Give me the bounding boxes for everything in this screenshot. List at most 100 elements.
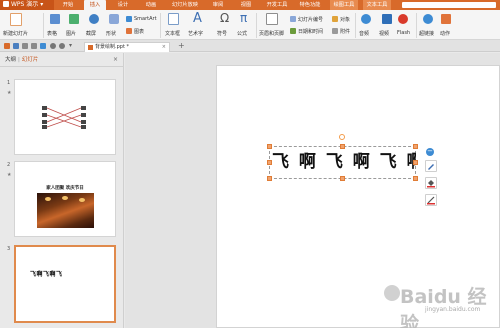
- symbol-button[interactable]: 符号: [217, 30, 227, 37]
- wps-logo-icon: [3, 1, 9, 7]
- shape-icon: [109, 14, 119, 24]
- slide-thumbnail-3[interactable]: 飞啊飞啊飞: [14, 245, 116, 323]
- tab-outline[interactable]: 大纲: [5, 57, 16, 63]
- paw-logo-icon: [384, 285, 400, 301]
- video-button[interactable]: 视频: [379, 30, 389, 37]
- document-tab-title: 背景绘制.ppt *: [95, 44, 129, 50]
- undo-icon[interactable]: [50, 43, 56, 49]
- video-icon: [382, 14, 392, 24]
- tab-insert[interactable]: 插入: [84, 0, 106, 10]
- tab-features[interactable]: 特色功能: [296, 0, 324, 10]
- tab-drawing-tools[interactable]: 绘图工具: [330, 0, 358, 10]
- close-icon[interactable]: ×: [162, 43, 166, 52]
- slide-3-text: 飞啊飞啊飞: [30, 271, 63, 278]
- smartart-button[interactable]: SmartArt: [134, 16, 157, 22]
- line-color-icon: [427, 196, 435, 205]
- flash-button[interactable]: Flash: [397, 30, 410, 36]
- textbox-button[interactable]: 文本框: [165, 30, 180, 37]
- chart-button[interactable]: 图表: [134, 28, 144, 35]
- tab-design[interactable]: 设计: [112, 0, 134, 10]
- tab-developer[interactable]: 开发工具: [263, 0, 291, 10]
- crossing-lines-graphic: [42, 106, 86, 129]
- fill-button[interactable]: [425, 177, 437, 189]
- ribbon-divider: [416, 13, 417, 38]
- format-shape-button[interactable]: [425, 160, 437, 172]
- search-input[interactable]: [402, 2, 496, 8]
- rotate-handle[interactable]: [339, 134, 345, 140]
- app-name: WPS 演示: [11, 1, 39, 8]
- print-icon[interactable]: [22, 43, 28, 49]
- edit-icon: [428, 164, 434, 170]
- slide-number-button[interactable]: 幻灯片编号: [298, 16, 323, 23]
- star-icon: ★: [7, 172, 12, 178]
- watermark-brand: Baidu 经验: [400, 286, 487, 328]
- panel-separator: |: [18, 57, 20, 63]
- slide-thumbnail-2[interactable]: 家人团聚 欢庆节日: [14, 161, 116, 237]
- new-slide-button[interactable]: 新建幻灯片: [3, 30, 28, 37]
- outline-button[interactable]: [425, 194, 437, 206]
- new-slide-icon: [10, 13, 22, 26]
- action-icon: [441, 14, 451, 24]
- tab-review[interactable]: 审阅: [207, 0, 229, 10]
- wps-menu-icon[interactable]: [4, 43, 10, 49]
- resize-handle-bottom[interactable]: [340, 176, 345, 181]
- close-icon[interactable]: ×: [113, 53, 118, 67]
- ribbon-divider: [256, 13, 257, 38]
- paint-bucket-icon: [427, 180, 435, 188]
- table-button[interactable]: 表格: [47, 30, 57, 37]
- hyperlink-button[interactable]: 超链接: [419, 30, 434, 37]
- lantern-light: [79, 198, 85, 202]
- slide-textbox-text[interactable]: 飞 啊 飞 啊 飞 啊 飞: [272, 150, 416, 175]
- tab-slideshow[interactable]: 幻灯片放映: [168, 0, 202, 10]
- table-icon: [50, 14, 60, 24]
- ribbon-divider: [355, 13, 356, 38]
- document-tab-bar: ▾ 背景绘制.ppt * × +: [0, 40, 500, 52]
- resize-handle-left[interactable]: [267, 160, 272, 165]
- collapse-icon[interactable]: −: [426, 148, 434, 156]
- resize-handle-top-right[interactable]: [413, 144, 418, 149]
- redo-icon[interactable]: [59, 43, 65, 49]
- resize-handle-top-left[interactable]: [267, 144, 272, 149]
- wordart-button[interactable]: 艺术字: [188, 30, 203, 37]
- watermark-url: jingyan.baidu.com: [425, 306, 481, 313]
- ribbon-divider: [160, 13, 161, 38]
- resize-handle-right[interactable]: [413, 160, 418, 165]
- document-tab[interactable]: 背景绘制.ppt * ×: [84, 42, 170, 52]
- symbol-icon: Ω: [220, 11, 230, 25]
- screenshot-button[interactable]: 截屏: [86, 30, 96, 37]
- resize-handle-bottom-right[interactable]: [413, 176, 418, 181]
- audio-icon: [361, 14, 371, 24]
- new-tab-button[interactable]: +: [178, 41, 185, 50]
- resize-handle-top[interactable]: [340, 144, 345, 149]
- picture-button[interactable]: 图片: [66, 30, 76, 37]
- tab-slides[interactable]: 幻灯片: [22, 57, 39, 63]
- formula-icon: π: [240, 11, 248, 25]
- app-menu-button[interactable]: WPS 演示 ▾: [0, 0, 54, 10]
- print-preview-icon[interactable]: [31, 43, 37, 49]
- tab-text-tools[interactable]: 文本工具: [363, 0, 391, 10]
- panel-header: 大纲 | 幻灯片 ×: [0, 53, 124, 67]
- lantern-light: [62, 196, 68, 200]
- slide-2-title: 家人团聚 欢庆节日: [46, 186, 84, 191]
- chevron-down-icon[interactable]: ▾: [69, 42, 75, 49]
- object-button[interactable]: 对象: [340, 16, 350, 23]
- family-dinner-photo: [37, 193, 94, 228]
- lantern-light: [45, 197, 51, 201]
- action-button[interactable]: 动作: [440, 30, 450, 37]
- save-icon[interactable]: [13, 43, 19, 49]
- shape-button[interactable]: 形状: [106, 30, 116, 37]
- header-footer-button[interactable]: 页眉和页脚: [259, 30, 284, 37]
- export-pdf-icon[interactable]: [40, 43, 46, 49]
- formula-button[interactable]: 公式: [237, 30, 247, 37]
- tab-view[interactable]: 视图: [235, 0, 257, 10]
- datetime-icon: [290, 28, 296, 34]
- datetime-button[interactable]: 日期和时间: [298, 28, 323, 35]
- slide-thumbnail-1[interactable]: [14, 79, 116, 155]
- resize-handle-bottom-left[interactable]: [267, 176, 272, 181]
- tab-home[interactable]: 开始: [57, 0, 79, 10]
- flash-icon: [398, 14, 408, 24]
- slide-number: 3: [7, 246, 11, 252]
- attachment-button[interactable]: 附件: [340, 28, 350, 35]
- tab-animation[interactable]: 动画: [140, 0, 162, 10]
- audio-button[interactable]: 音频: [359, 30, 369, 37]
